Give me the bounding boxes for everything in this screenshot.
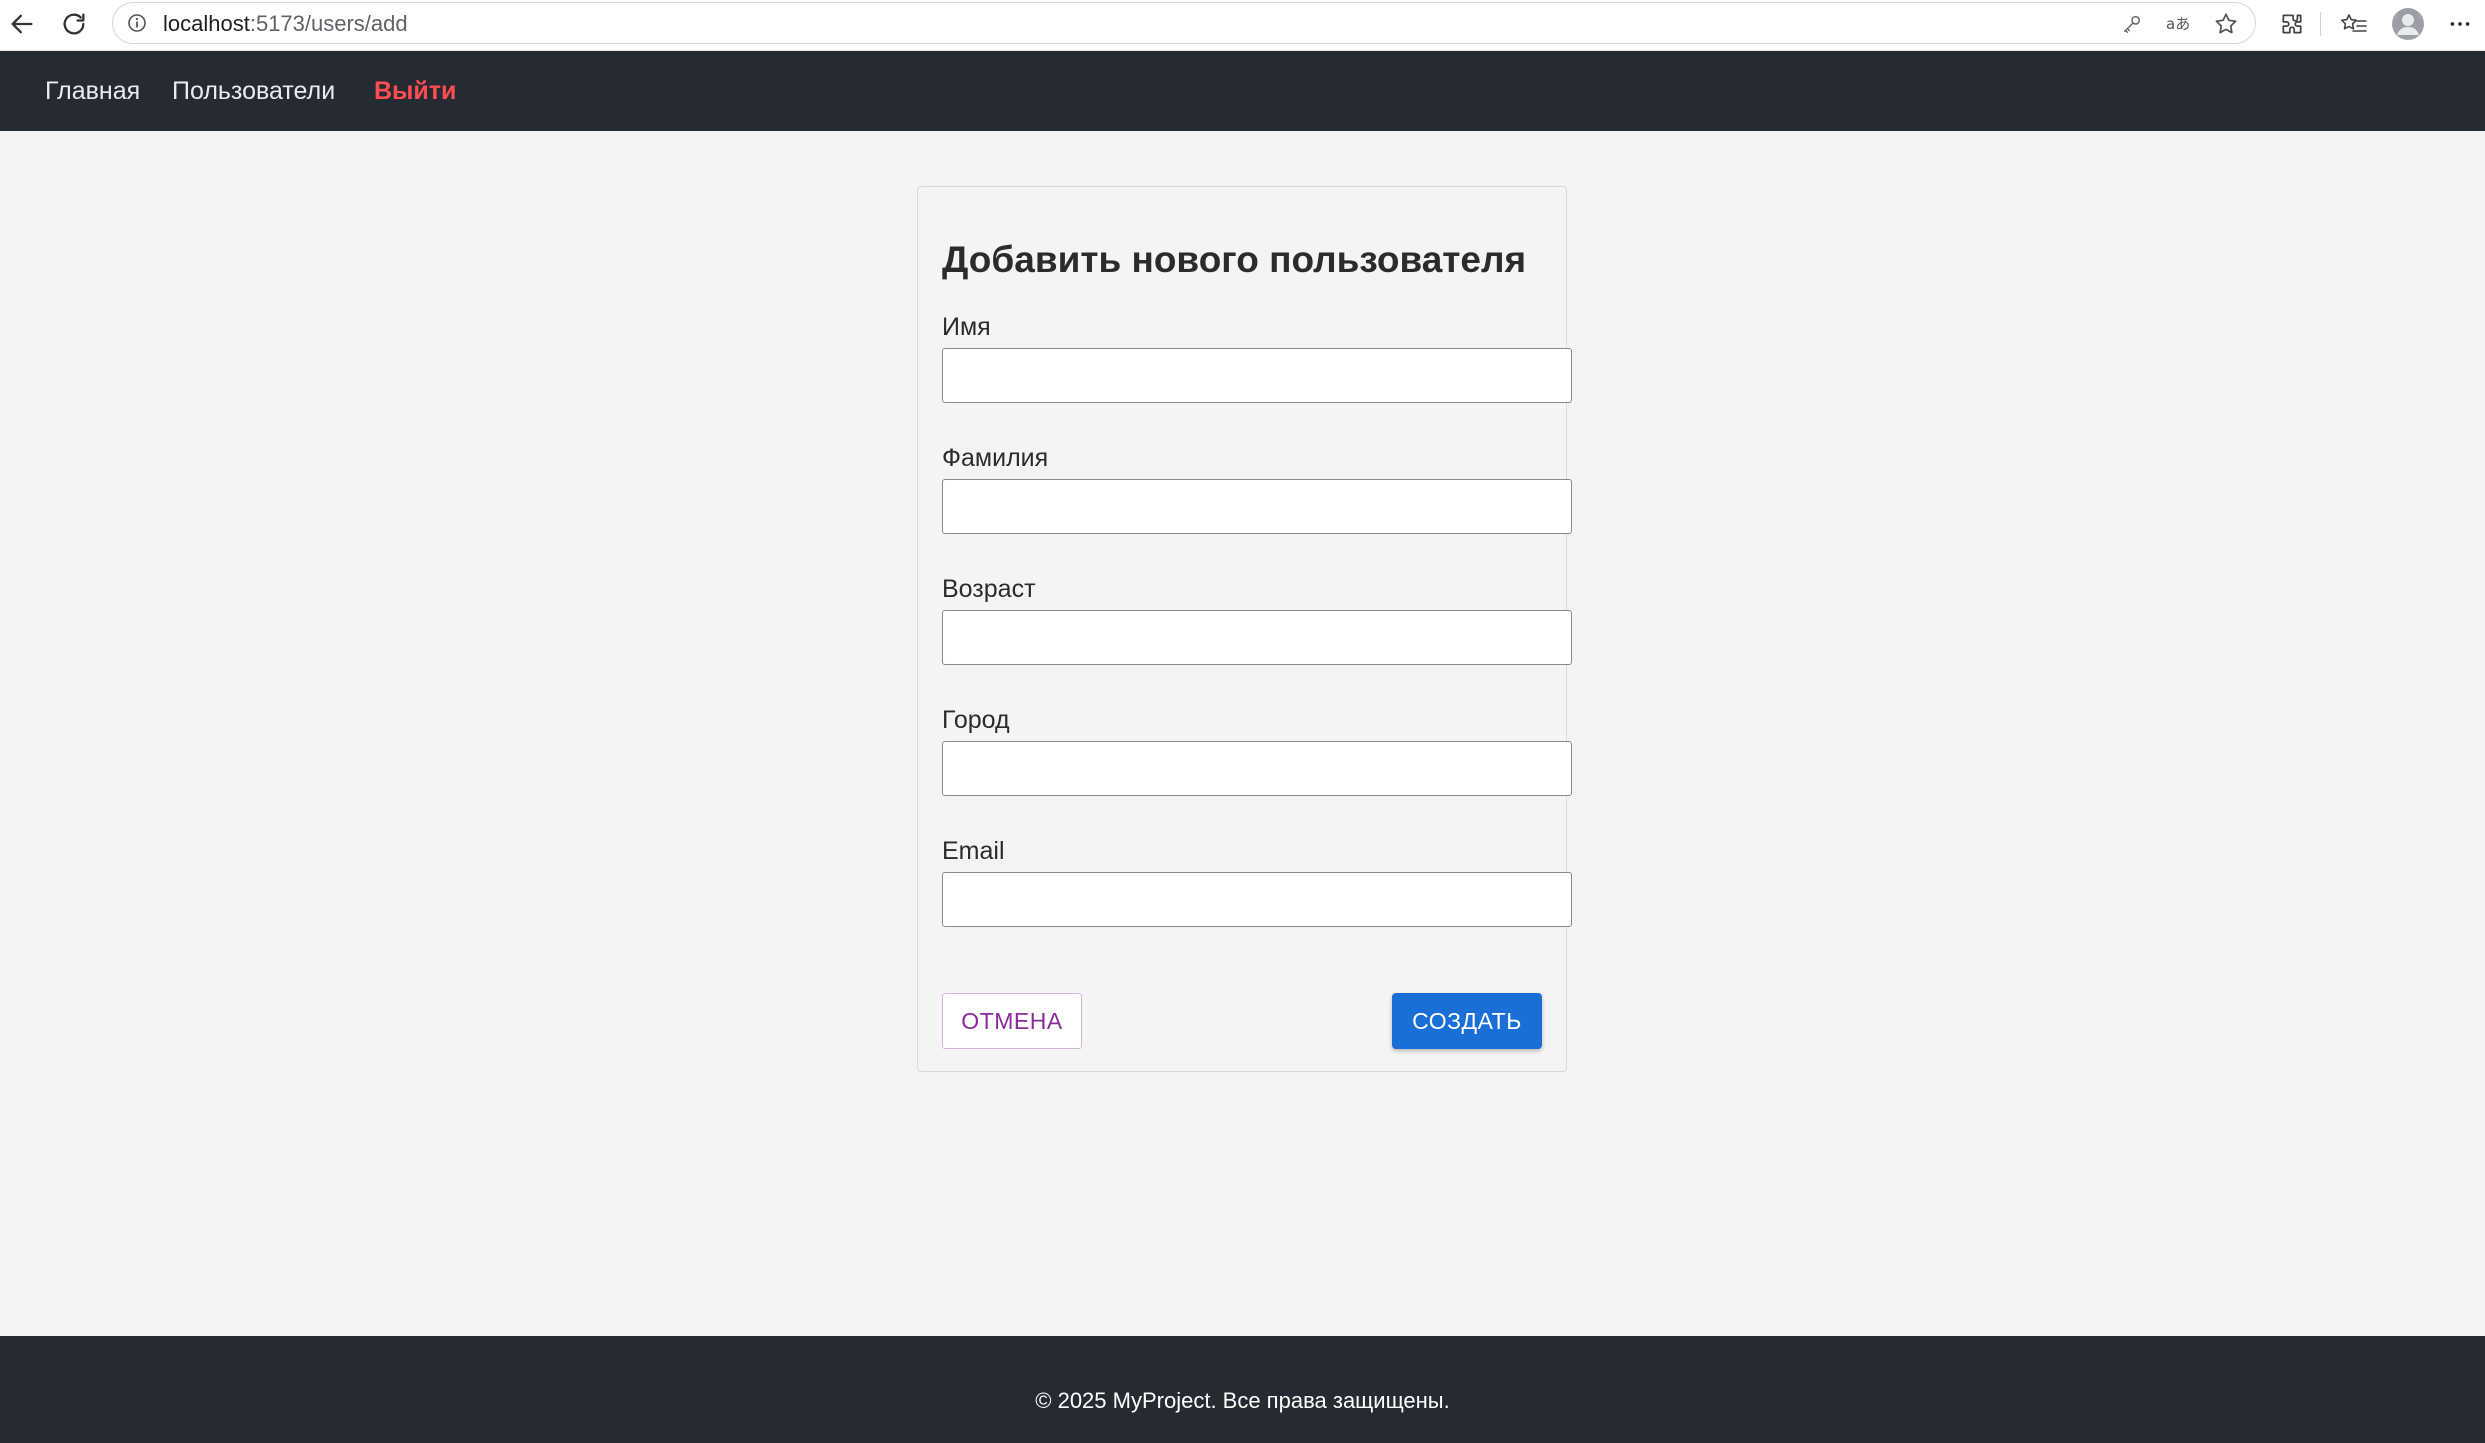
footer-copyright: © 2025 MyProject. Все права защищены. — [1035, 1388, 1450, 1413]
email-label: Email — [942, 837, 1005, 865]
cancel-button[interactable]: ОТМЕНА — [942, 993, 1082, 1049]
toolbar-divider — [2320, 12, 2321, 36]
back-icon[interactable] — [4, 6, 40, 42]
add-user-form: Добавить нового пользователя Имя Фамилия… — [917, 186, 1572, 1072]
favorite-star-icon[interactable] — [2213, 11, 2239, 37]
more-menu-icon[interactable] — [2442, 6, 2478, 42]
age-input[interactable] — [942, 610, 1572, 665]
nav-link-home[interactable]: Главная — [45, 77, 140, 106]
city-label: Город — [942, 706, 1010, 734]
nav-link-logout[interactable]: Выйти — [374, 77, 456, 106]
last-name-label: Фамилия — [942, 444, 1049, 472]
last-name-input[interactable] — [942, 479, 1572, 534]
favorites-icon[interactable] — [2336, 6, 2372, 42]
key-icon[interactable] — [2119, 11, 2145, 37]
browser-toolbar: localhost:5173/users/add aあ — [0, 0, 2485, 51]
app-header: Главная Пользователи Выйти — [0, 51, 2485, 131]
reload-icon[interactable] — [56, 6, 92, 42]
address-url: localhost:5173/users/add — [163, 11, 408, 36]
city-input[interactable] — [942, 741, 1572, 796]
create-button[interactable]: СОЗДАТЬ — [1392, 993, 1542, 1049]
first-name-label: Имя — [942, 313, 991, 341]
app-footer: © 2025 MyProject. Все права защищены. — [0, 1336, 2485, 1443]
profile-avatar-icon[interactable] — [2390, 6, 2426, 42]
form-title: Добавить нового пользователя — [942, 239, 1527, 280]
age-label: Возраст — [942, 575, 1036, 603]
email-input[interactable] — [942, 872, 1572, 927]
address-bar[interactable]: localhost:5173/users/add aあ — [112, 2, 2256, 44]
extensions-icon[interactable] — [2274, 6, 2310, 42]
svg-text:aあ: aあ — [2166, 15, 2190, 33]
nav-link-users[interactable]: Пользователи — [172, 77, 335, 106]
translate-icon[interactable]: aあ — [2166, 11, 2192, 37]
first-name-input[interactable] — [942, 348, 1572, 403]
site-info-icon[interactable] — [127, 13, 147, 38]
